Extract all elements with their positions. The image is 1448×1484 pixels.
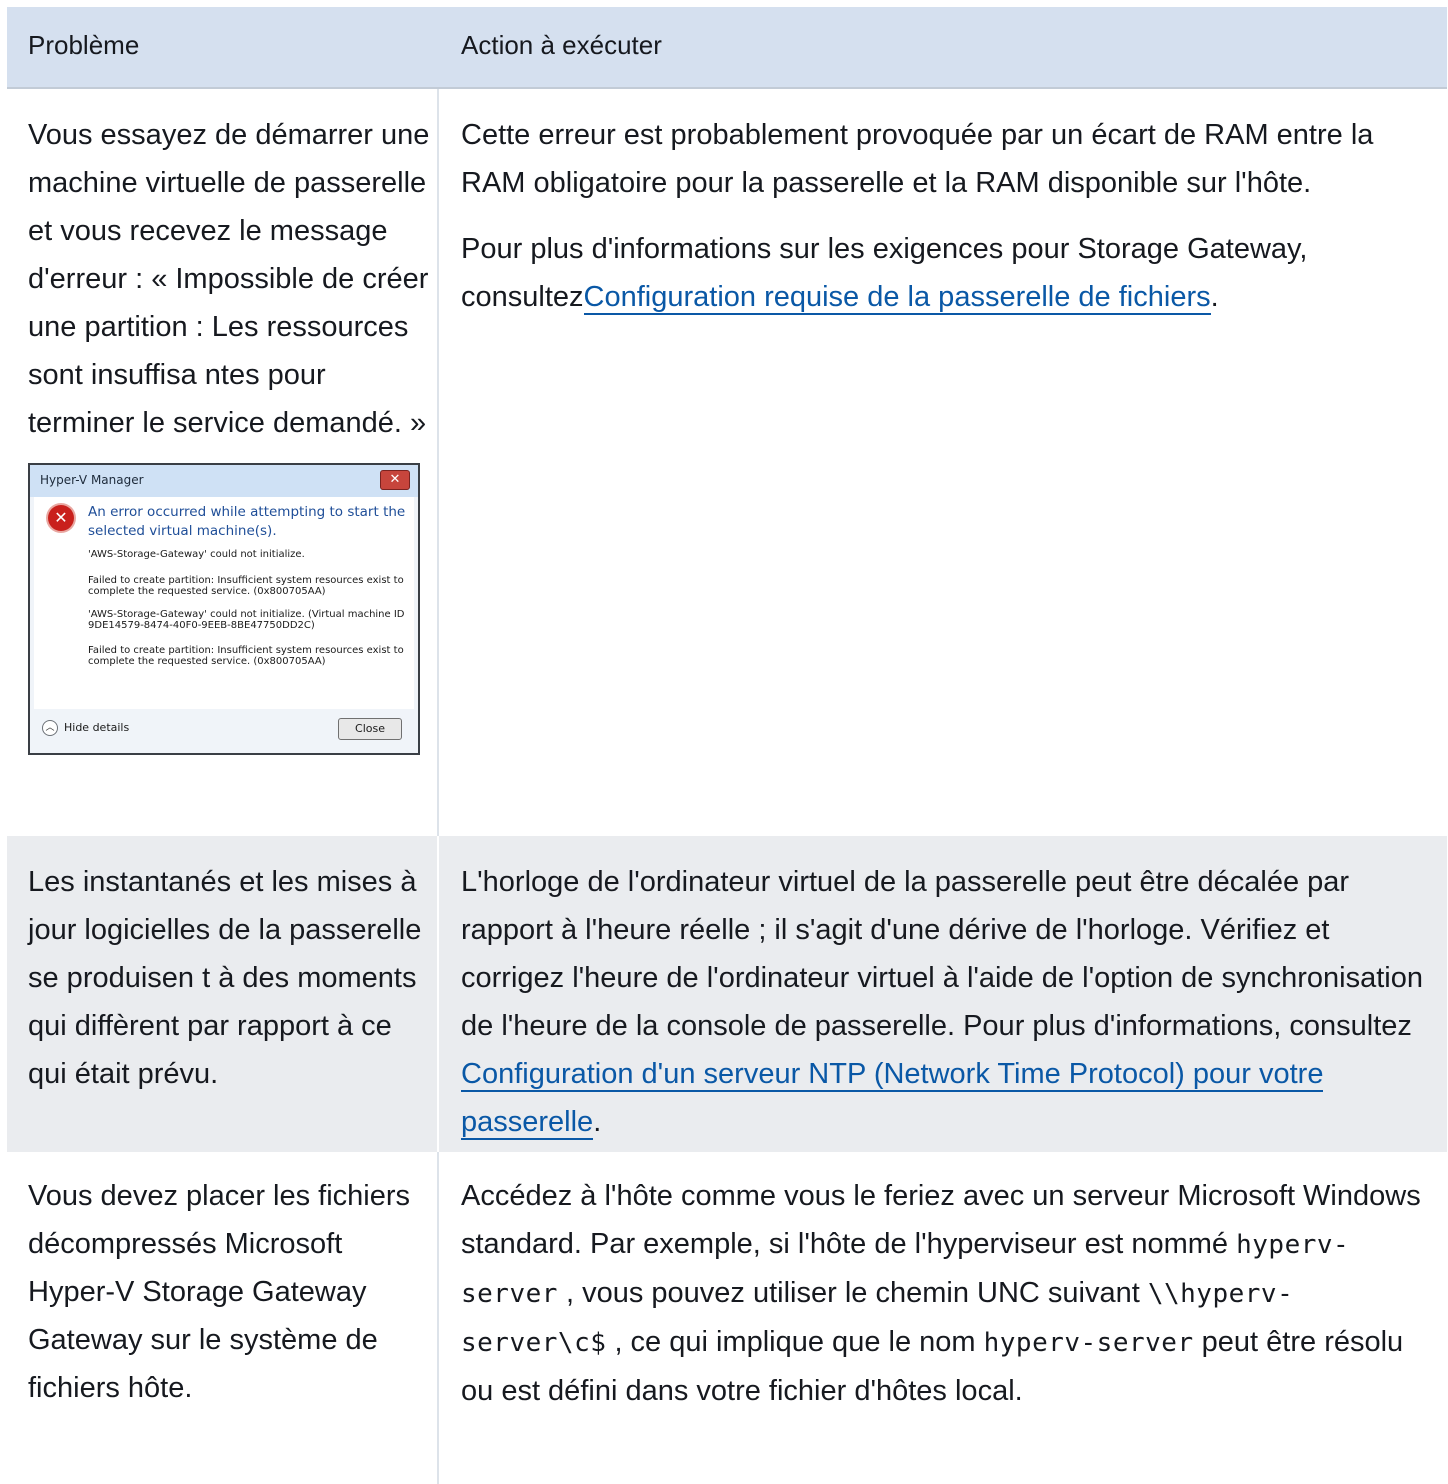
- error-icon: ✕: [48, 505, 74, 531]
- dialog-title: Hyper-V Manager: [40, 473, 144, 487]
- action-prefix: L'horloge de l'ordinateur virtuel de la …: [461, 866, 1423, 1042]
- problem-text: Vous essayez de démarrer une machine vir…: [28, 119, 430, 439]
- dialog-line: Failed to create partition: Insufficient…: [88, 645, 404, 656]
- hide-details-label: Hide details: [64, 721, 130, 734]
- dialog-titlebar: Hyper-V Manager ✕: [30, 465, 418, 497]
- action-text-part: , vous pouvez utiliser le chemin UNC sui…: [557, 1277, 1148, 1309]
- file-gateway-requirements-link[interactable]: Configuration requise de la passerelle d…: [583, 281, 1211, 315]
- dialog-body: ✕ An error occurred while attempting to …: [34, 497, 414, 709]
- dialog-line: 9DE14579-8474-40F0-9EEB-8BE47750DD2C): [88, 620, 315, 631]
- header-problem: Problème: [28, 30, 140, 60]
- action-text: Cette erreur est probablement provoquée …: [461, 119, 1374, 199]
- hostname-code: hyperv-server: [983, 1328, 1194, 1358]
- ntp-server-link[interactable]: Configuration d'un serveur NTP (Network …: [461, 1058, 1324, 1140]
- close-icon: ✕: [380, 470, 410, 490]
- dialog-footer: ︿ Hide details Close: [30, 709, 418, 753]
- table-row: Les instantanés et les mises à jour logi…: [7, 836, 1447, 1152]
- header-action: Action à exécuter: [461, 30, 662, 60]
- problem-text: Vous devez placer les fichiers décompres…: [28, 1180, 411, 1404]
- action-text: Accédez à l'hôte comme vous le feriez av…: [461, 1152, 1433, 1415]
- action-text-part: , ce qui implique que le nom: [606, 1326, 984, 1358]
- action-suffix: .: [1210, 281, 1219, 313]
- dialog-close-button: Close: [338, 718, 402, 740]
- troubleshooting-table: Problème Action à exécuter Vous essayez …: [7, 7, 1447, 1484]
- action-suffix: .: [593, 1106, 602, 1138]
- table-row: Vous essayez de démarrer une machine vir…: [7, 89, 1447, 836]
- action-text-2: Pour plus d'informations sur les exigenc…: [461, 225, 1433, 321]
- table-header: Problème Action à exécuter: [7, 7, 1447, 89]
- action-text: L'horloge de l'ordinateur virtuel de la …: [461, 836, 1433, 1146]
- dialog-line: complete the requested service. (0x80070…: [88, 656, 326, 667]
- table-row: Vous devez placer les fichiers décompres…: [7, 1152, 1447, 1484]
- dialog-line: 'AWS-Storage-Gateway' could not initiali…: [88, 609, 405, 620]
- dialog-line: Failed to create partition: Insufficient…: [88, 575, 404, 586]
- problem-text: Les instantanés et les mises à jour logi…: [28, 866, 422, 1090]
- chevron-up-icon: ︿: [42, 720, 58, 736]
- dialog-heading: An error occurred while attempting to st…: [88, 504, 406, 539]
- error-dialog-screenshot: Hyper-V Manager ✕ ✕ An error occurred wh…: [28, 463, 420, 755]
- dialog-line: complete the requested service. (0x80070…: [88, 586, 326, 597]
- dialog-line: 'AWS-Storage-Gateway' could not initiali…: [88, 549, 305, 560]
